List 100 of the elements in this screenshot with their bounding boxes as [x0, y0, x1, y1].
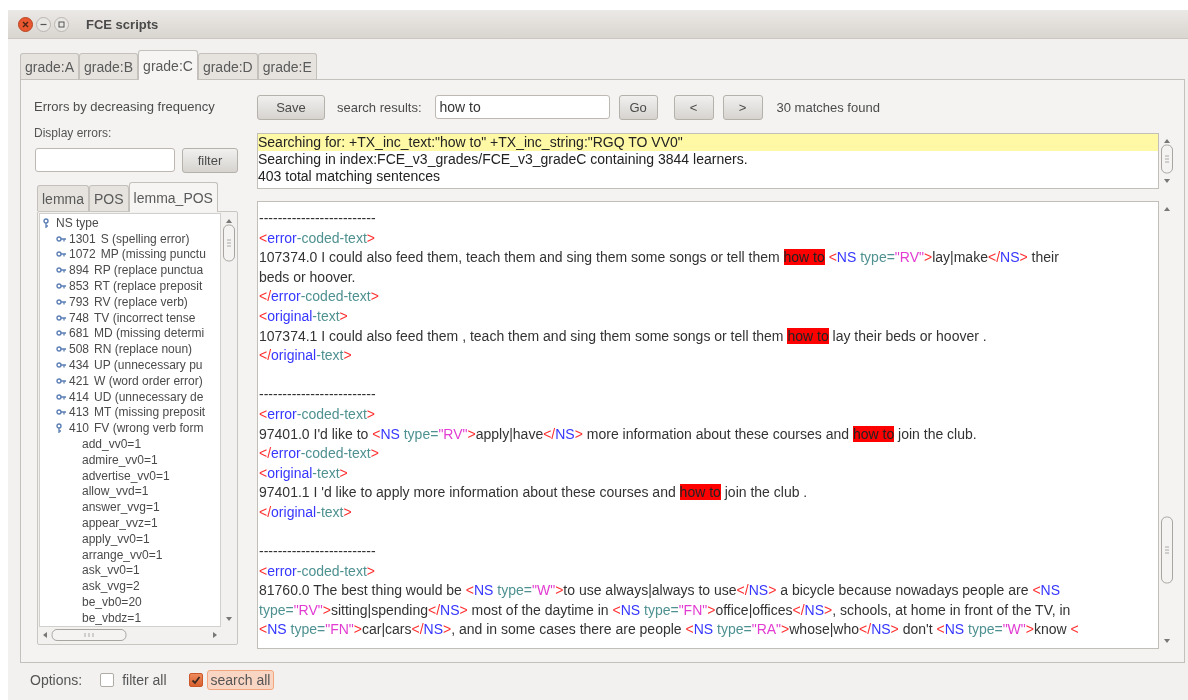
separator-line: ------------------------- — [259, 385, 377, 405]
expanded-node-icon[interactable] — [56, 423, 62, 434]
view-tab[interactable]: lemma_POS — [128, 182, 218, 212]
tree-item[interactable]: FV (wrong verb form — [94, 421, 204, 436]
match-count: 30 matches found — [776, 99, 880, 115]
next-button[interactable]: > — [722, 94, 763, 120]
collapsed-node-icon[interactable] — [56, 330, 66, 337]
filter-field[interactable] — [35, 148, 175, 172]
grade-tab[interactable]: grade:D — [197, 53, 258, 79]
maximize-icon[interactable] — [54, 16, 69, 32]
panel-heading: Errors by decreasing frequency — [34, 99, 216, 115]
option-label[interactable]: search all — [206, 669, 275, 690]
tree-item[interactable]: S (spelling error) — [100, 231, 190, 246]
grade-tab[interactable]: grade:C — [138, 50, 198, 80]
result-line: type="RV">sitting|spending</NS> most of the daytime in <NS type="FN">office|offices</NS>, schools, at home in front of the TV, in — [259, 600, 1072, 620]
error-count: 793 — [69, 294, 90, 309]
info-line: Searching in index:FCE_v3_grades/FCE_v3_gradeC containing 3844 learners. — [258, 151, 749, 168]
save-button[interactable]: Save — [257, 94, 325, 120]
separator-line: ------------------------- — [259, 209, 377, 228]
view-tab[interactable]: lemma — [37, 185, 89, 211]
field-label: Display errors: — [34, 126, 113, 140]
collapsed-node-icon[interactable] — [56, 393, 66, 400]
error-count: 894 — [69, 263, 90, 278]
collapsed-node-icon[interactable] — [56, 283, 66, 290]
result-line: 97401.0 I'd like to <NS type="RV">apply|have</NS> more information about these courses and how to join the club. — [259, 424, 978, 444]
info-line: 403 total matching sentences — [258, 168, 442, 185]
close-icon[interactable] — [18, 16, 33, 32]
tree-item[interactable]: apply_vv0=1 — [82, 531, 150, 546]
view-tab[interactable]: POS — [89, 185, 129, 211]
collapsed-node-icon[interactable] — [56, 362, 66, 369]
error-count: 413 — [69, 405, 90, 420]
checkbox[interactable] — [188, 672, 203, 687]
collapsed-node-icon[interactable] — [56, 267, 66, 274]
error-count: 414 — [69, 389, 90, 404]
error-count: 748 — [69, 310, 90, 325]
result-line: </original-text> — [259, 502, 353, 522]
result-line: </error-coded-text> — [259, 287, 380, 307]
collapsed-node-icon[interactable] — [56, 314, 66, 321]
collapsed-node-icon[interactable] — [56, 235, 66, 242]
grade-tab[interactable]: grade:E — [257, 53, 317, 79]
tree-item[interactable]: NS type — [56, 215, 99, 230]
tree-item[interactable]: RT (replace preposit — [94, 279, 203, 294]
result-line: <original-text> — [259, 463, 349, 483]
tree-item[interactable]: appear_vvz=1 — [82, 516, 158, 531]
tree-item[interactable]: ask_vvg=2 — [82, 579, 140, 594]
tree-item[interactable]: RN (replace noun) — [94, 342, 193, 357]
tree-item[interactable]: RV (replace verb) — [94, 294, 188, 309]
error-count: 1301 — [69, 231, 96, 246]
grade-tab[interactable]: grade:B — [79, 53, 139, 79]
result-line: </original-text> — [259, 346, 353, 366]
tree-item[interactable]: advertise_vv0=1 — [82, 468, 170, 483]
tree-item[interactable]: MT (missing preposit — [94, 405, 206, 420]
tree-item[interactable]: admire_vv0=1 — [82, 452, 158, 467]
error-count: 681 — [69, 326, 90, 341]
tree-item[interactable]: be_vb0=20 — [82, 595, 142, 609]
result-line: beds or hoover. — [259, 267, 357, 287]
tree-item[interactable]: ask_vv0=1 — [82, 563, 140, 578]
tree-item[interactable]: be_vbdz=1 — [82, 610, 142, 625]
result-line: <NS type="FN">car|cars</NS>, and in some cases there are people <NS type="RA">whose|who</NS> don't <NS type="W">know < — [259, 620, 1080, 640]
error-count: 410 — [69, 421, 90, 436]
window-title: FCE scripts — [86, 16, 159, 32]
tree-item[interactable]: answer_vvg=1 — [82, 500, 160, 515]
search-label: search results: — [337, 99, 422, 115]
tree-item[interactable]: MD (missing determi — [94, 326, 205, 341]
result-line: 107374.0 I could also feed them, teach them and sing them some songs or tell them how to <NS type="RV">lay|make</NS> their — [259, 248, 1060, 268]
search-field[interactable]: how to — [434, 95, 610, 119]
result-line: 107374.1 I could also feed them , teach them and sing them some songs or tell them how to lay their beds or hoover . — [259, 326, 988, 346]
option-label[interactable]: filter all — [118, 669, 171, 690]
separator-line: ------------------------- — [259, 542, 377, 562]
error-count: 434 — [69, 358, 90, 373]
result-line: <error-coded-text> — [259, 228, 376, 248]
tree-item[interactable]: UD (unnecessary de — [94, 389, 204, 404]
error-count: 508 — [69, 342, 90, 357]
result-line: 81760.0 The best thing would be <NS type="W">to use always|always to use</NS> a bicycle because nowadays people are <NS — [259, 581, 1061, 601]
filter-button[interactable]: filter — [182, 148, 238, 173]
result-line: <error-coded-text> — [259, 404, 376, 424]
collapsed-node-icon[interactable] — [56, 346, 66, 353]
collapsed-node-icon[interactable] — [56, 298, 66, 305]
grade-tab[interactable]: grade:A — [20, 53, 80, 79]
collapsed-node-icon[interactable] — [56, 409, 66, 416]
collapsed-node-icon[interactable] — [56, 377, 66, 384]
options-label: Options: — [30, 671, 83, 688]
error-count: 1072 — [69, 247, 96, 262]
tree-item[interactable]: MP (missing punctu — [100, 247, 206, 262]
go-button[interactable]: Go — [618, 94, 658, 120]
tree-item[interactable]: UP (unnecessary pu — [94, 358, 203, 373]
collapsed-node-icon[interactable] — [56, 251, 66, 258]
result-line: </error-coded-text> — [259, 444, 380, 464]
tree-item[interactable]: TV (incorrect tense — [94, 310, 196, 325]
expanded-node-icon[interactable] — [43, 217, 49, 228]
tree-item[interactable]: W (word order error) — [94, 373, 203, 388]
error-count: 853 — [69, 279, 90, 294]
checkbox[interactable] — [100, 672, 115, 687]
tree-item[interactable]: allow_vvd=1 — [82, 484, 149, 499]
result-line: <original-text> — [259, 306, 349, 326]
previous-button[interactable]: < — [673, 94, 714, 120]
tree-item[interactable]: add_vv0=1 — [82, 437, 142, 452]
tree-item[interactable]: RP (replace punctua — [94, 263, 204, 278]
tree-item[interactable]: arrange_vv0=1 — [82, 547, 163, 562]
error-count: 421 — [69, 373, 90, 388]
